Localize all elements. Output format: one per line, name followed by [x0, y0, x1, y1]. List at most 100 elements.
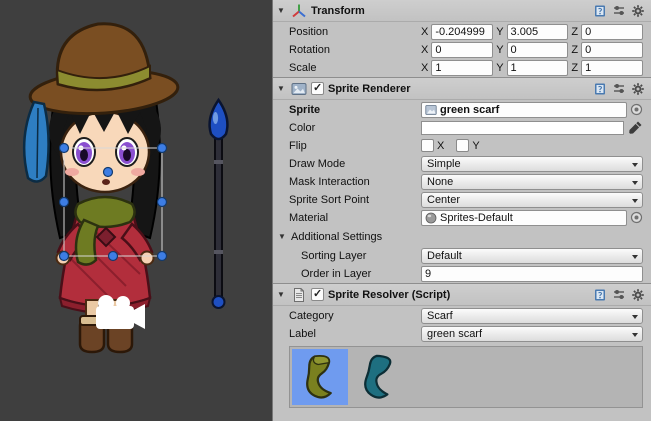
object-picker-icon[interactable] — [630, 211, 643, 224]
mask-interaction-dropdown[interactable]: None — [421, 174, 643, 190]
order-in-layer-field[interactable]: 9 — [421, 266, 643, 282]
sorting-layer-value: Default — [427, 250, 462, 262]
position-x-field[interactable]: -0.204999 — [431, 24, 493, 40]
label-dropdown[interactable]: green scarf — [421, 326, 643, 342]
sorting-layer-row: Sorting Layer Default — [273, 247, 651, 264]
foldout-arrow-icon[interactable]: ▼ — [277, 290, 287, 299]
additional-settings-label: Additional Settings — [291, 231, 382, 243]
sprite-renderer-header[interactable]: ▼ Sprite Renderer — [273, 77, 651, 100]
transform-title: Transform — [311, 5, 365, 17]
draw-mode-dropdown[interactable]: Simple — [421, 156, 643, 172]
presets-icon[interactable] — [612, 82, 626, 96]
gear-icon[interactable] — [631, 288, 645, 302]
flip-row: Flip X Y — [273, 137, 651, 154]
help-icon[interactable] — [593, 82, 607, 96]
material-object-name: Sprites-Default — [440, 212, 513, 224]
sprite-sort-point-value: Center — [427, 194, 460, 206]
sprite-thumbnail-green-scarf[interactable] — [292, 349, 348, 405]
presets-icon[interactable] — [612, 4, 626, 18]
position-z-field[interactable]: 0 — [581, 24, 643, 40]
dropdown-arrow-icon — [632, 181, 638, 185]
sprite-object-field[interactable]: green scarf — [421, 102, 627, 118]
sprite-resolver-header[interactable]: ▼ Sprite Resolver (Script) — [273, 283, 651, 306]
foldout-arrow-icon[interactable]: ▼ — [277, 6, 287, 15]
staff-sprite[interactable] — [210, 100, 228, 308]
rotation-row: Rotation X 0 Y 0 Z 0 — [273, 41, 651, 58]
color-row: Color — [273, 119, 651, 136]
eyedropper-icon[interactable] — [628, 120, 643, 135]
scene-canvas — [0, 0, 272, 421]
label-row: Label green scarf — [273, 325, 651, 342]
unity-editor-window: ▼ Transform Position X -0.204999 Y 3.005… — [0, 0, 651, 421]
scene-view[interactable] — [0, 0, 272, 421]
mask-interaction-label: Mask Interaction — [289, 176, 421, 188]
axis-y-label: Y — [496, 26, 503, 38]
flip-x-checkbox[interactable] — [421, 139, 434, 152]
draw-mode-label: Draw Mode — [289, 158, 421, 170]
category-label: Category — [289, 310, 421, 322]
gear-icon[interactable] — [631, 82, 645, 96]
sprite-resolver-enabled-checkbox[interactable] — [311, 288, 324, 301]
gear-icon[interactable] — [631, 4, 645, 18]
rotation-y-field[interactable]: 0 — [507, 42, 569, 58]
sorting-layer-label: Sorting Layer — [301, 250, 421, 262]
sorting-layer-dropdown[interactable]: Default — [421, 248, 643, 264]
sprite-thumb-icon — [425, 104, 437, 116]
position-row: Position X -0.204999 Y 3.005 Z 0 — [273, 23, 651, 40]
additional-settings-foldout[interactable]: ▼ Additional Settings — [273, 228, 651, 245]
sprite-resolver-title: Sprite Resolver (Script) — [328, 289, 450, 301]
color-swatch[interactable] — [421, 121, 624, 135]
axis-y-label: Y — [496, 44, 503, 56]
transform-icon — [291, 3, 307, 19]
axis-z-label: Z — [571, 26, 578, 38]
rotation-x-field[interactable]: 0 — [431, 42, 493, 58]
dropdown-arrow-icon — [632, 255, 638, 259]
draw-mode-value: Simple — [427, 158, 461, 170]
scale-row: Scale X 1 Y 1 Z 1 — [273, 59, 651, 76]
teal-scarf-sprite — [354, 352, 404, 402]
transform-header[interactable]: ▼ Transform — [273, 0, 651, 22]
dropdown-arrow-icon — [632, 199, 638, 203]
material-sphere-icon — [425, 212, 437, 224]
dropdown-arrow-icon — [632, 315, 638, 319]
green-scarf-sprite — [295, 352, 345, 402]
scale-x-field[interactable]: 1 — [431, 60, 493, 76]
material-label: Material — [289, 212, 421, 224]
flip-label: Flip — [289, 140, 421, 152]
sprite-renderer-icon — [291, 81, 307, 97]
dropdown-arrow-icon — [632, 333, 638, 337]
sprite-sort-point-dropdown[interactable]: Center — [421, 192, 643, 208]
flip-x-label: X — [437, 140, 444, 152]
sprite-row: Sprite green scarf — [273, 101, 651, 118]
position-y-field[interactable]: 3.005 — [507, 24, 569, 40]
foldout-arrow-icon[interactable]: ▼ — [278, 232, 288, 241]
object-picker-icon[interactable] — [630, 103, 643, 116]
inspector-panel: ▼ Transform Position X -0.204999 Y 3.005… — [272, 0, 651, 421]
sprite-thumbnail-teal-scarf[interactable] — [351, 349, 407, 405]
flip-y-label: Y — [472, 140, 479, 152]
category-dropdown[interactable]: Scarf — [421, 308, 643, 324]
scale-z-field[interactable]: 1 — [581, 60, 643, 76]
scale-label: Scale — [289, 62, 421, 74]
category-value: Scarf — [427, 310, 453, 322]
help-icon[interactable] — [593, 4, 607, 18]
order-in-layer-label: Order in Layer — [301, 268, 421, 280]
scale-y-field[interactable]: 1 — [507, 60, 569, 76]
mask-interaction-row: Mask Interaction None — [273, 173, 651, 190]
rotation-z-field[interactable]: 0 — [581, 42, 643, 58]
axis-y-label: Y — [496, 62, 503, 74]
axis-z-label: Z — [571, 62, 578, 74]
help-icon[interactable] — [593, 288, 607, 302]
axis-x-label: X — [421, 44, 428, 56]
category-row: Category Scarf — [273, 307, 651, 324]
presets-icon[interactable] — [612, 288, 626, 302]
rotation-label: Rotation — [289, 44, 421, 56]
sprite-renderer-enabled-checkbox[interactable] — [311, 82, 324, 95]
draw-mode-row: Draw Mode Simple — [273, 155, 651, 172]
foldout-arrow-icon[interactable]: ▼ — [277, 84, 287, 93]
sprite-object-name: green scarf — [440, 104, 499, 116]
dropdown-arrow-icon — [632, 163, 638, 167]
material-object-field[interactable]: Sprites-Default — [421, 210, 627, 226]
flip-y-checkbox[interactable] — [456, 139, 469, 152]
label-label: Label — [289, 328, 421, 340]
